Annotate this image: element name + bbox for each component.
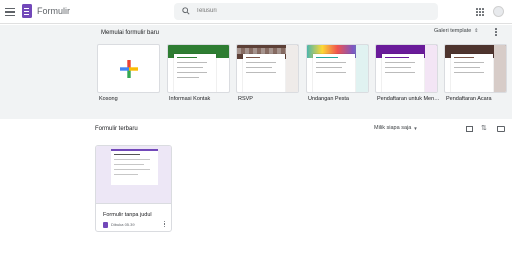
gallery-title: Memulai formulir baru: [101, 30, 160, 36]
form-more-options-icon[interactable]: [163, 221, 166, 229]
unfold-icon: ⇕: [474, 27, 479, 34]
template-label-contact-info: Informasi Kontak: [169, 96, 211, 102]
recent-forms-title: Formulir terbaru: [95, 126, 138, 132]
apps-grid-icon[interactable]: [476, 8, 484, 16]
form-thumbnail: [96, 146, 171, 204]
template-label-event-registration: Pendaftaran Acara: [446, 96, 492, 102]
template-gallery-label: Galeri template: [434, 28, 472, 34]
template-label-tshirt-signup: Pendaftaran untuk Men…: [377, 96, 440, 102]
main-menu-icon[interactable]: [5, 6, 15, 18]
template-label-blank: Kosong: [99, 96, 118, 102]
sort-az-icon[interactable]: ⇅: [481, 125, 487, 132]
colored-plus-icon: [120, 60, 138, 78]
search-bar[interactable]: [174, 3, 438, 20]
list-view-icon[interactable]: [466, 126, 473, 132]
template-contact-info[interactable]: [167, 44, 230, 93]
recent-form-card[interactable]: Formulir tanpa judul Dibuka 05.39: [95, 145, 172, 232]
template-blank[interactable]: [97, 44, 160, 93]
search-icon[interactable]: [182, 7, 190, 15]
top-bar: Formulir: [0, 0, 512, 24]
template-tshirt-signup[interactable]: [375, 44, 438, 93]
folder-icon[interactable]: [497, 126, 505, 132]
template-gallery: Memulai formulir baru Galeri template ⇕ …: [0, 25, 512, 119]
template-event-registration[interactable]: [444, 44, 507, 93]
app-title[interactable]: Formulir: [37, 6, 70, 16]
owner-filter-dropdown[interactable]: Milik siapa saja ▼: [374, 125, 418, 131]
account-avatar[interactable]: [493, 6, 504, 17]
template-rsvp[interactable]: [236, 44, 299, 93]
template-label-rsvp: RSVP: [238, 96, 253, 102]
forms-file-icon: [103, 222, 108, 228]
caret-down-icon: ▼: [413, 125, 418, 131]
template-gallery-toggle[interactable]: Galeri template ⇕: [434, 28, 479, 34]
gallery-more-icon[interactable]: [494, 28, 498, 38]
template-party-invite[interactable]: [306, 44, 369, 93]
template-label-party-invite: Undangan Pesta: [308, 96, 349, 102]
owner-filter-label: Milik siapa saja: [374, 125, 412, 131]
form-title: Formulir tanpa judul: [103, 212, 152, 218]
search-input[interactable]: [196, 3, 426, 20]
forms-logo-icon[interactable]: [22, 4, 32, 18]
form-last-opened: Dibuka 05.39: [111, 222, 135, 227]
